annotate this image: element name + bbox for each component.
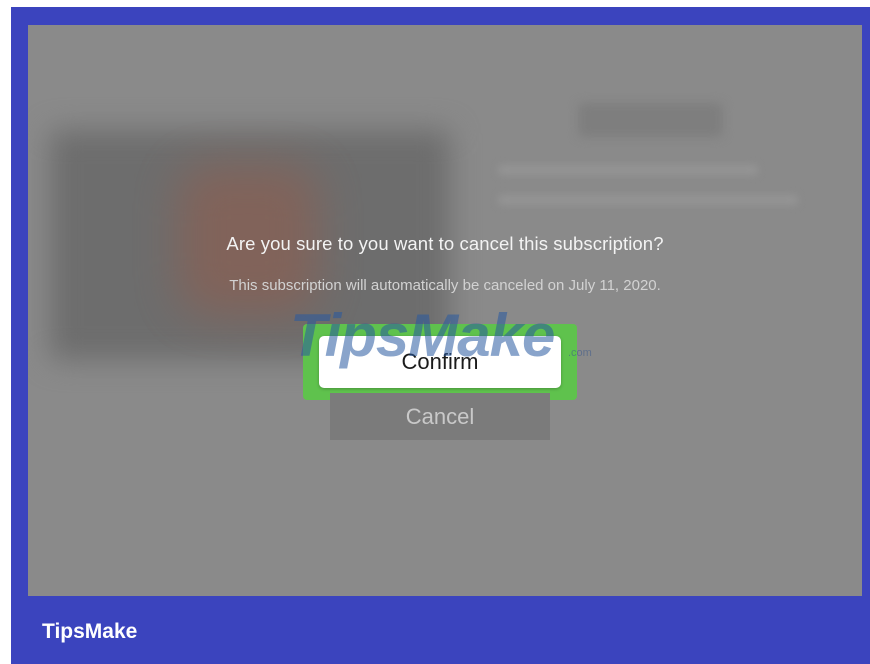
dialog-title: Are you sure to you want to cancel this … (226, 233, 664, 254)
blurred-background-button (578, 103, 723, 137)
footer-brand: TipsMake (42, 620, 138, 643)
dialog-message: This subscription will automatically be … (229, 277, 661, 294)
confirm-button[interactable]: Confirm (319, 336, 561, 388)
blurred-text-line (498, 165, 758, 175)
tv-screen: Are you sure to you want to cancel this … (28, 25, 862, 596)
cancel-button[interactable]: Cancel (330, 393, 550, 440)
blurred-text-line (498, 195, 798, 205)
